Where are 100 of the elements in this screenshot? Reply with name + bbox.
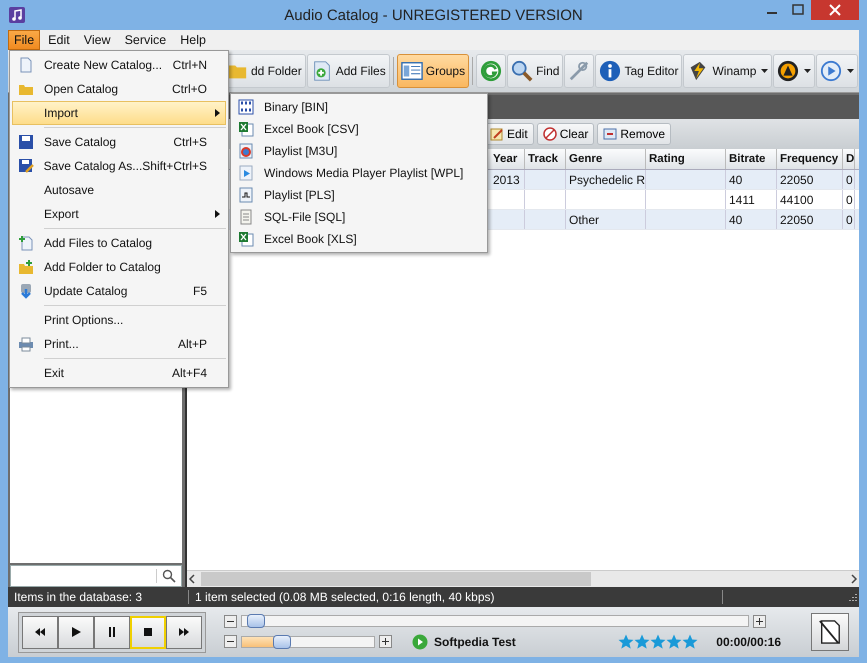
play-icon — [69, 626, 83, 638]
stop-icon — [141, 626, 155, 638]
table-cell: 0 — [843, 190, 855, 209]
menu-item[interactable]: Playlist [PLS] — [233, 184, 485, 206]
wrench-icon — [568, 60, 590, 82]
save-icon — [18, 134, 34, 150]
remove-icon — [603, 127, 618, 141]
menu-item[interactable]: Import — [12, 101, 226, 125]
status-text: 1 item selected (0.08 MB selected, 0:16 length, 40 kbps) — [189, 590, 723, 604]
list-toolbar-button[interactable]: Clear — [536, 123, 594, 145]
volume-slider[interactable] — [241, 636, 375, 648]
table-cell: 22050 — [777, 170, 843, 189]
menu-item[interactable]: Print... Alt+P — [12, 332, 226, 356]
caret-icon — [761, 69, 768, 73]
document-icon — [238, 187, 254, 203]
table-cell: 0 — [843, 210, 855, 229]
position-slider[interactable] — [241, 615, 749, 627]
column-header[interactable]: Genre — [566, 149, 646, 169]
column-header[interactable]: Track — [525, 149, 566, 169]
search-icon — [511, 60, 534, 82]
toolbar-button[interactable] — [773, 54, 816, 88]
menu-item[interactable]: Edit — [42, 30, 76, 50]
rewind-icon — [33, 626, 47, 638]
menu-item[interactable]: File — [8, 30, 40, 50]
document-icon — [238, 209, 254, 225]
play-icon — [412, 634, 428, 650]
column-header[interactable]: Frequency — [777, 149, 843, 169]
table-cell: 22050 — [777, 210, 843, 229]
player-button[interactable] — [94, 616, 130, 648]
toolbar-button[interactable]: Groups — [396, 54, 470, 88]
close-icon[interactable] — [811, 0, 859, 20]
horizontal-scrollbar[interactable] — [187, 570, 859, 587]
menu-item[interactable]: Add Folder to Catalog — [12, 255, 226, 279]
info-icon — [599, 60, 622, 82]
caret-icon — [804, 69, 812, 73]
table-cell: 1411 — [726, 190, 777, 209]
play-icon — [238, 165, 254, 181]
download-icon — [18, 283, 34, 299]
menu-item[interactable]: Excel Book [XLS] — [233, 228, 485, 250]
player-button[interactable] — [166, 616, 202, 648]
page-icon — [18, 57, 34, 73]
minus-button[interactable] — [224, 614, 237, 628]
star-rating[interactable] — [618, 634, 698, 650]
add-file-icon — [18, 235, 34, 251]
submenu-arrow-icon — [215, 109, 220, 117]
table-cell: Other — [566, 210, 646, 229]
submenu-arrow-icon — [215, 210, 220, 218]
menu-item[interactable]: Windows Media Player Playlist [WPL] — [233, 162, 485, 184]
scroll-left-icon[interactable] — [187, 572, 197, 586]
menu-item[interactable]: Exit Alt+F4 — [12, 361, 226, 385]
list-toolbar-button[interactable]: Remove — [597, 123, 672, 145]
track-title: Softpedia Test — [434, 634, 516, 648]
add-folder-icon — [18, 259, 34, 275]
player-button[interactable] — [58, 616, 94, 648]
menu-item[interactable]: Print Options... — [12, 308, 226, 332]
search-field[interactable] — [10, 565, 182, 587]
minus-button[interactable] — [224, 635, 237, 648]
scroll-right-icon[interactable] — [849, 572, 859, 586]
menu-item[interactable]: Service — [118, 30, 172, 50]
spreadsheet-icon — [238, 231, 254, 247]
menu-item[interactable]: Add Files to Catalog — [12, 231, 226, 255]
table-cell: 40 — [726, 210, 777, 229]
toolbar-button[interactable]: Find — [507, 54, 564, 88]
menu-item[interactable]: Binary [BIN] — [233, 96, 485, 118]
column-header[interactable]: Bitrate — [726, 149, 777, 169]
column-header[interactable]: D — [843, 149, 855, 169]
player-logo-icon — [777, 60, 800, 82]
window-title: Audio Catalog - UNREGISTERED VERSION — [284, 6, 583, 24]
menu-item[interactable]: Excel Book [CSV] — [233, 118, 485, 140]
menu-item[interactable]: Playlist [M3U] — [233, 140, 485, 162]
plus-button[interactable] — [753, 614, 766, 628]
table-cell: Psychedelic R — [566, 170, 646, 189]
menu-item[interactable]: Help — [174, 30, 212, 50]
table-cell: 0 — [843, 170, 855, 189]
resize-grip-icon[interactable] — [847, 592, 857, 602]
status-text: Items in the database: 3 — [8, 590, 189, 604]
play-circle-icon — [820, 60, 842, 82]
menu-item[interactable]: Save Catalog Ctrl+S — [12, 130, 226, 154]
player-button[interactable] — [22, 616, 58, 648]
column-header[interactable]: Year — [490, 149, 525, 169]
printer-icon — [18, 336, 34, 352]
toolbar-button[interactable]: Winamp — [683, 54, 772, 88]
caret-icon — [847, 69, 854, 73]
edit-icon — [490, 127, 504, 141]
menu-item[interactable]: View — [78, 30, 117, 50]
toolbar-button[interactable]: Tag Editor — [595, 54, 682, 88]
plus-button[interactable] — [379, 635, 392, 648]
toolbar-button[interactable]: Add Files — [306, 54, 390, 88]
app-icon — [9, 7, 25, 23]
notes-button[interactable] — [811, 613, 849, 651]
menu-item[interactable]: Export — [12, 202, 226, 226]
menu-item[interactable]: SQL-File [SQL] — [233, 206, 485, 228]
table-cell: 2013 — [490, 170, 525, 189]
table-cell: 40 — [726, 170, 777, 189]
refresh-icon — [480, 60, 502, 82]
menu-item[interactable]: Update Catalog F5 — [12, 279, 226, 303]
menu-item[interactable]: Autosave — [12, 178, 226, 202]
column-header[interactable]: Rating — [646, 149, 726, 169]
playback-time: 00:00/00:16 — [716, 634, 781, 648]
menu-item[interactable]: Save Catalog As...Shift+Ctrl+S — [12, 154, 226, 178]
